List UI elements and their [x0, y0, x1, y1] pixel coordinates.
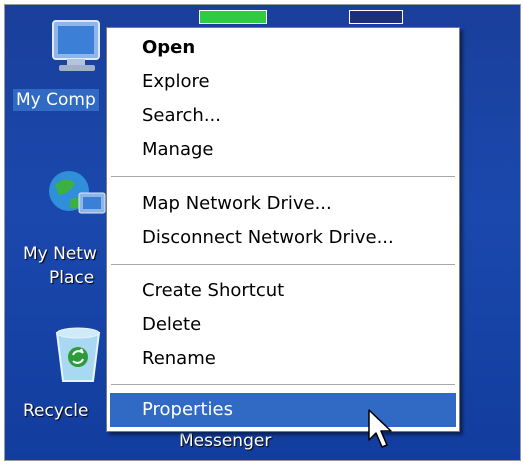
recycle-bin-icon[interactable]	[53, 325, 103, 385]
menu-item-rename[interactable]: Rename	[110, 342, 456, 376]
menu-item-create-shortcut[interactable]: Create Shortcut	[110, 274, 456, 308]
computer-icon[interactable]	[49, 17, 109, 77]
menu-item-open[interactable]: Open	[110, 31, 456, 65]
menu-item-search[interactable]: Search...	[110, 99, 456, 133]
menu-item-map-network-drive[interactable]: Map Network Drive...	[110, 187, 456, 221]
my-network-places-label-1[interactable]: My Netw	[23, 243, 97, 265]
my-computer-label[interactable]: My Comp	[13, 89, 99, 111]
menu-item-delete[interactable]: Delete	[110, 308, 456, 342]
green-bar-icon[interactable]	[199, 10, 267, 24]
messenger-label[interactable]: Messenger	[179, 430, 271, 452]
context-menu: Open Explore Search... Manage Map Networ…	[106, 27, 460, 432]
menu-separator	[111, 384, 455, 385]
window-icon[interactable]	[349, 10, 403, 24]
recycle-bin-label[interactable]: Recycle	[23, 400, 88, 422]
mouse-pointer-icon	[367, 408, 397, 456]
my-network-places-label-2[interactable]: Place	[49, 267, 94, 289]
menu-item-disconnect-network-drive[interactable]: Disconnect Network Drive...	[110, 221, 456, 255]
desktop: My Comp My Netw Place Recycle Messenger …	[4, 4, 521, 461]
menu-item-explore[interactable]: Explore	[110, 65, 456, 99]
menu-item-properties[interactable]: Properties	[110, 393, 456, 427]
menu-item-manage[interactable]: Manage	[110, 133, 456, 167]
network-globe-icon[interactable]	[45, 165, 109, 229]
menu-separator	[111, 264, 455, 265]
menu-separator	[111, 176, 455, 177]
